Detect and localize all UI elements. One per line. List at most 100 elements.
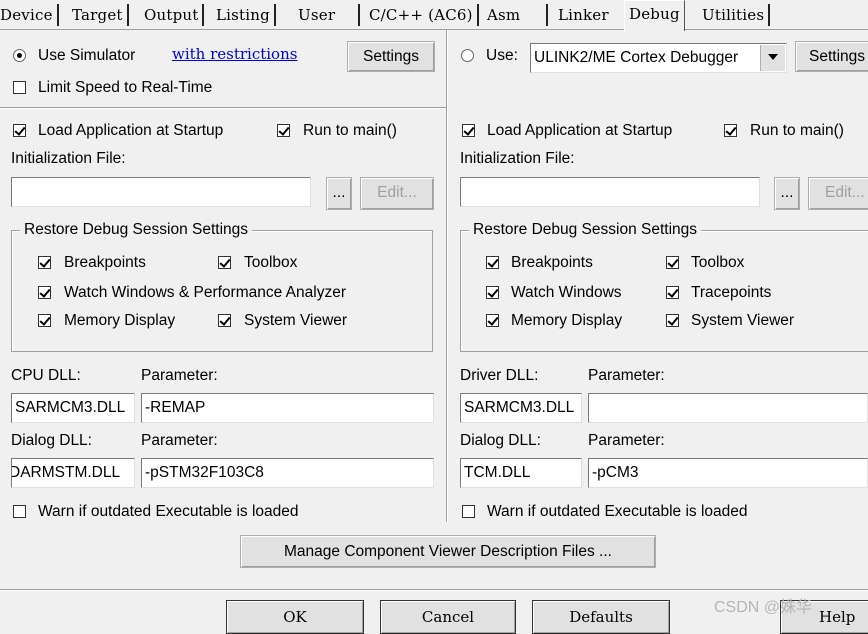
tab-output[interactable]: Output xyxy=(144,2,205,28)
breakpoints-label[interactable]: Breakpoints xyxy=(64,254,146,272)
memory-display-label-right[interactable]: Memory Display xyxy=(511,312,622,330)
tab-separator xyxy=(56,4,59,26)
memory-display-checkbox[interactable] xyxy=(38,314,51,327)
run-to-main-checkbox-right[interactable] xyxy=(724,124,737,137)
load-app-label[interactable]: Load Application at Startup xyxy=(38,122,223,140)
debugger-select-value: ULINK2/ME Cortex Debugger xyxy=(534,49,739,66)
tab-linker[interactable]: Linker xyxy=(558,2,609,28)
init-file-input-right[interactable] xyxy=(460,177,760,207)
tab-label: C/C++ (AC6) xyxy=(369,6,473,24)
simulator-settings-button[interactable]: Settings xyxy=(347,41,435,72)
dialog-parameter-input[interactable]: -pSTM32F103C8 xyxy=(141,458,434,488)
dialog-parameter-input-right[interactable]: -pCM3 xyxy=(588,458,868,488)
init-file-input[interactable] xyxy=(11,177,311,207)
tab-separator xyxy=(358,4,360,26)
tracepoints-checkbox[interactable] xyxy=(666,286,679,299)
use-debugger-label[interactable]: Use: xyxy=(486,47,518,65)
tab-label: Debug xyxy=(629,5,680,23)
toolbox-label-right[interactable]: Toolbox xyxy=(691,254,744,272)
system-viewer-checkbox[interactable] xyxy=(218,314,231,327)
warn-outdated-checkbox-right[interactable] xyxy=(462,505,475,518)
driver-dll-input[interactable]: SARMCM3.DLL xyxy=(460,393,582,423)
dialog-dll-input[interactable]: DARMSTM.DLL xyxy=(11,458,135,488)
tab-device[interactable]: Device xyxy=(0,2,59,28)
use-simulator-label[interactable]: Use Simulator xyxy=(38,47,135,65)
tab-separator xyxy=(202,4,205,26)
tab-label: Listing xyxy=(216,6,270,24)
use-simulator-radio[interactable] xyxy=(13,49,26,62)
manage-component-viewer-button[interactable]: Manage Component Viewer Description File… xyxy=(240,535,656,568)
run-to-main-label-right[interactable]: Run to main() xyxy=(750,122,844,140)
watermark-text: CSDN @姝华 xyxy=(714,599,813,616)
toolbox-checkbox[interactable] xyxy=(218,256,231,269)
debugger-select[interactable]: ULINK2/ME Cortex Debugger xyxy=(530,43,787,73)
load-app-checkbox[interactable] xyxy=(13,124,26,137)
dialog-dll-label-right: Dialog DLL: xyxy=(460,432,541,449)
init-file-edit-button-right[interactable]: Edit... xyxy=(808,177,868,210)
cpu-parameter-input[interactable]: -REMAP xyxy=(141,393,434,423)
run-to-main-checkbox[interactable] xyxy=(277,124,290,137)
run-to-main-label[interactable]: Run to main() xyxy=(303,122,397,140)
tab-asm[interactable]: Asm xyxy=(487,2,520,28)
tracepoints-label[interactable]: Tracepoints xyxy=(691,284,771,302)
watch-windows-checkbox-right[interactable] xyxy=(486,286,499,299)
warn-outdated-label[interactable]: Warn if outdated Executable is loaded xyxy=(38,503,299,521)
ok-button[interactable]: OK xyxy=(226,600,364,634)
tab-separator xyxy=(273,4,276,26)
breakpoints-checkbox[interactable] xyxy=(38,256,51,269)
system-viewer-label-right[interactable]: System Viewer xyxy=(691,312,794,330)
cpu-dll-input[interactable]: SARMCM3.DLL xyxy=(11,393,135,423)
toolbox-label[interactable]: Toolbox xyxy=(244,254,297,272)
limit-speed-label[interactable]: Limit Speed to Real-Time xyxy=(38,79,212,97)
memory-display-checkbox-right[interactable] xyxy=(486,314,499,327)
init-file-label: Initialization File: xyxy=(11,150,126,167)
memory-display-label[interactable]: Memory Display xyxy=(64,312,175,330)
load-app-label-right[interactable]: Load Application at Startup xyxy=(487,122,672,140)
tab-cpp-ac6[interactable]: C/C++ (AC6) xyxy=(369,2,479,28)
system-viewer-label[interactable]: System Viewer xyxy=(244,312,347,330)
watch-windows-label[interactable]: Watch Windows & Performance Analyzer xyxy=(64,284,346,302)
init-file-browse-button[interactable]: ... xyxy=(326,177,352,210)
tab-separator xyxy=(126,4,129,26)
debugger-settings-button[interactable]: Settings xyxy=(795,41,868,72)
cpu-dll-label: CPU DLL: xyxy=(11,367,81,384)
warn-outdated-label-right[interactable]: Warn if outdated Executable is loaded xyxy=(487,503,748,521)
tab-label: Asm xyxy=(487,6,521,24)
with-restrictions-link[interactable]: with restrictions xyxy=(172,45,297,63)
tab-listing[interactable]: Listing xyxy=(216,2,276,28)
footer-divider-highlight xyxy=(0,590,868,591)
init-file-edit-button[interactable]: Edit... xyxy=(360,177,434,210)
breakpoints-checkbox-right[interactable] xyxy=(486,256,499,269)
tab-label: Linker xyxy=(558,6,609,24)
tab-utilities[interactable]: Utilities xyxy=(702,2,771,28)
cpu-parameter-label: Parameter: xyxy=(141,367,218,384)
restore-session-title-right: Restore Debug Session Settings xyxy=(469,220,702,240)
tab-label: Device xyxy=(0,6,53,24)
breakpoints-label-right[interactable]: Breakpoints xyxy=(511,254,593,272)
use-debugger-radio[interactable] xyxy=(461,49,474,62)
toolbox-checkbox-right[interactable] xyxy=(666,256,679,269)
tab-debug[interactable]: Debug xyxy=(624,0,685,31)
defaults-button[interactable]: Defaults xyxy=(532,600,670,634)
tab-label: Output xyxy=(144,6,199,24)
watch-windows-checkbox[interactable] xyxy=(38,286,51,299)
dialog-parameter-label-right: Parameter: xyxy=(588,432,665,449)
restore-session-title: Restore Debug Session Settings xyxy=(20,220,253,240)
load-app-checkbox-right[interactable] xyxy=(462,124,475,137)
cancel-button[interactable]: Cancel xyxy=(380,600,516,634)
chevron-down-icon[interactable] xyxy=(760,45,785,71)
driver-parameter-label: Parameter: xyxy=(588,367,665,384)
tab-user[interactable]: User xyxy=(298,2,335,28)
tab-label: User xyxy=(298,6,336,24)
watch-windows-label-right[interactable]: Watch Windows xyxy=(511,284,622,302)
driver-parameter-input[interactable] xyxy=(588,393,868,423)
dialog-dll-label: Dialog DLL: xyxy=(11,432,92,449)
limit-speed-checkbox[interactable] xyxy=(13,81,26,94)
tab-target[interactable]: Target xyxy=(72,2,129,28)
system-viewer-checkbox-right[interactable] xyxy=(666,314,679,327)
warn-outdated-checkbox[interactable] xyxy=(13,505,26,518)
dialog-dll-input-right[interactable]: TCM.DLL xyxy=(460,458,582,488)
init-file-browse-button-right[interactable]: ... xyxy=(774,177,800,210)
dialog-parameter-label: Parameter: xyxy=(141,432,218,449)
tab-separator xyxy=(768,4,771,26)
